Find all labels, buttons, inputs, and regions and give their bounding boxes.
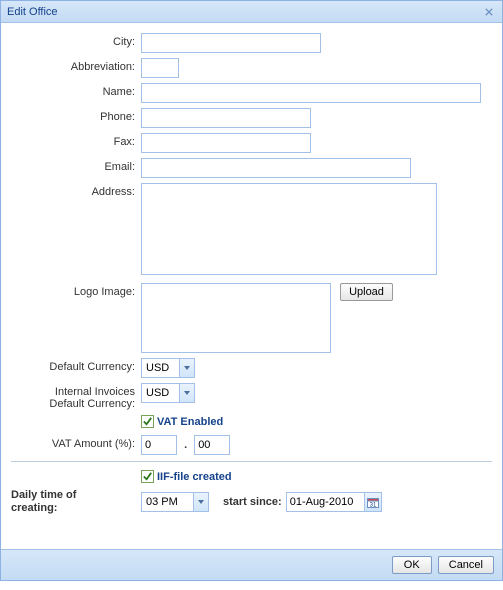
phone-input[interactable] (141, 108, 311, 128)
default-currency-input[interactable] (141, 358, 179, 378)
vat-amount-dec-input[interactable] (194, 435, 230, 455)
logo-label: Logo Image: (11, 283, 141, 298)
dialog-body: City: Abbreviation: Name: Phone: Fax: Em… (1, 23, 502, 519)
window-title: Edit Office (7, 6, 58, 18)
daily-time-label: Daily time of creating: (11, 489, 141, 515)
dialog-footer: OK Cancel (1, 549, 502, 580)
start-since-trigger[interactable]: 31 (364, 492, 382, 512)
start-since-label: start since: (223, 496, 282, 508)
daily-time-trigger[interactable] (193, 492, 209, 512)
vat-amount-int-input[interactable] (141, 435, 177, 455)
address-label: Address: (11, 183, 141, 198)
default-currency-trigger[interactable] (179, 358, 195, 378)
abbreviation-label: Abbreviation: (11, 58, 141, 73)
email-label: Email: (11, 158, 141, 173)
vat-enabled-label: VAT Enabled (157, 416, 223, 428)
daily-time-combo[interactable] (141, 492, 209, 512)
check-icon (142, 471, 153, 482)
close-button[interactable] (482, 5, 496, 19)
city-input[interactable] (141, 33, 321, 53)
fax-input[interactable] (141, 133, 311, 153)
internal-invoices-currency-label: Internal Invoices Default Currency: (11, 383, 141, 410)
address-textarea[interactable] (141, 183, 437, 275)
svg-text:31: 31 (369, 502, 376, 508)
chevron-down-icon (184, 366, 190, 370)
titlebar: Edit Office (1, 1, 502, 23)
phone-label: Phone: (11, 108, 141, 123)
decimal-separator: . (180, 439, 191, 451)
chevron-down-icon (184, 391, 190, 395)
start-since-datefield[interactable]: 31 (286, 492, 382, 512)
calendar-icon: 31 (367, 497, 379, 508)
fax-label: Fax: (11, 133, 141, 148)
city-label: City: (11, 33, 141, 48)
default-currency-combo[interactable] (141, 358, 195, 378)
name-label: Name: (11, 83, 141, 98)
internal-invoices-currency-combo[interactable] (141, 383, 195, 403)
chevron-down-icon (198, 500, 204, 504)
upload-button[interactable]: Upload (340, 283, 393, 301)
internal-invoices-currency-trigger[interactable] (179, 383, 195, 403)
internal-invoices-currency-input[interactable] (141, 383, 179, 403)
cancel-button[interactable]: Cancel (438, 556, 494, 574)
edit-office-dialog: Edit Office City: Abbreviation: Name: Ph… (0, 0, 503, 581)
start-since-input[interactable] (286, 492, 364, 512)
default-currency-label: Default Currency: (11, 358, 141, 373)
ok-button[interactable]: OK (392, 556, 432, 574)
close-icon (485, 8, 493, 16)
vat-amount-label: VAT Amount (%): (11, 435, 141, 450)
check-icon (142, 416, 153, 427)
email-input[interactable] (141, 158, 411, 178)
abbreviation-input[interactable] (141, 58, 179, 78)
logo-preview (141, 283, 331, 353)
vat-enabled-checkbox[interactable] (141, 415, 154, 428)
iif-created-label: IIF-file created (157, 471, 232, 483)
iif-created-checkbox[interactable] (141, 470, 154, 483)
name-input[interactable] (141, 83, 481, 103)
daily-time-input[interactable] (141, 492, 193, 512)
section-divider (11, 461, 492, 462)
